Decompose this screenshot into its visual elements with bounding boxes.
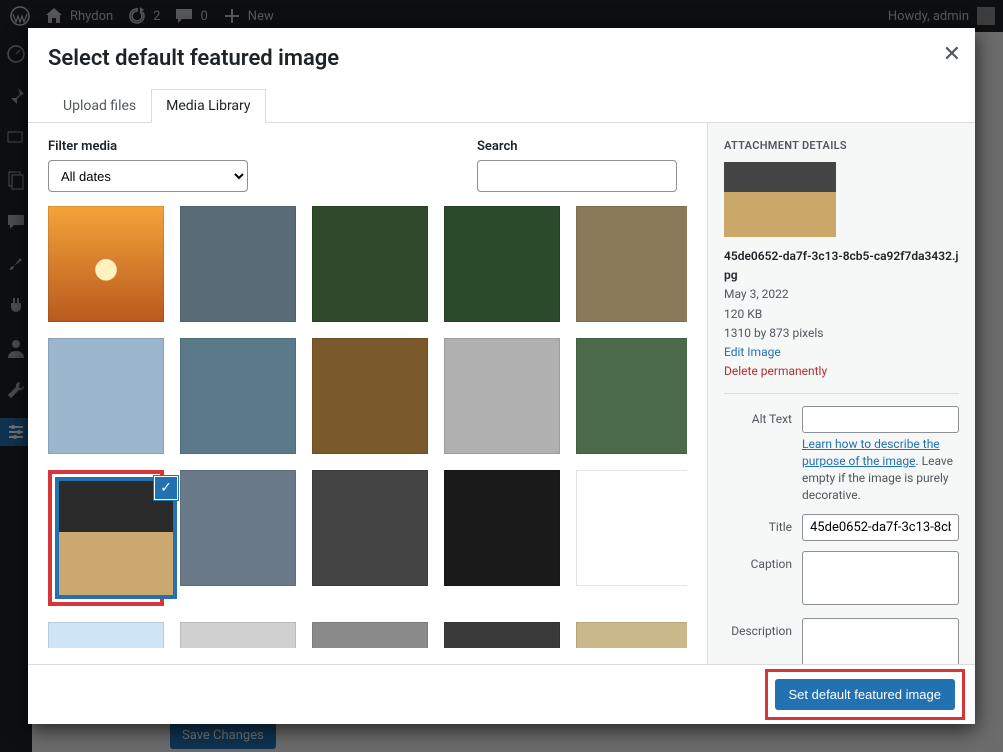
attachment-filename: 45de0652-da7f-3c13-8cb5-ca92f7da3432.jpg [724, 247, 959, 285]
edit-image-link[interactable]: Edit Image [724, 343, 959, 362]
alt-text-hint: Learn how to describe the purpose of the… [802, 436, 959, 503]
modal-footer: Set default featured image [28, 664, 975, 724]
thumbnail[interactable] [576, 338, 687, 454]
thumbnail[interactable] [312, 338, 428, 454]
check-icon: ✓ [154, 476, 178, 500]
thumbnail[interactable] [312, 622, 428, 648]
thumbnail[interactable] [444, 338, 560, 454]
title-label: Title [724, 514, 802, 534]
thumbnail[interactable] [444, 206, 560, 322]
alt-text-input[interactable] [802, 406, 959, 433]
alt-text-label: Alt Text [724, 406, 802, 426]
attachment-dimensions: 1310 by 873 pixels [724, 324, 959, 343]
thumbnail[interactable] [576, 206, 687, 322]
attachment-details: ATTACHMENT DETAILS 45de0652-da7f-3c13-8c… [707, 123, 975, 664]
thumbnail[interactable] [180, 470, 296, 586]
thumbnail[interactable] [312, 470, 428, 586]
search-input[interactable] [477, 160, 677, 192]
search-label: Search [477, 139, 687, 154]
thumbnail[interactable] [444, 470, 560, 586]
dates-select[interactable]: All dates [48, 160, 248, 192]
thumbnail[interactable] [180, 622, 296, 648]
delete-permanently-link[interactable]: Delete permanently [724, 362, 959, 381]
modal-title: Select default featured image [48, 46, 955, 71]
thumbnail-grid: ✓ [48, 206, 687, 648]
thumbnail[interactable] [48, 338, 164, 454]
thumbnail[interactable] [48, 622, 164, 648]
details-heading: ATTACHMENT DETAILS [724, 139, 959, 152]
caption-input[interactable] [802, 551, 959, 605]
media-modal: ✕ Select default featured image Upload f… [28, 28, 975, 724]
attachment-date: May 3, 2022 [724, 285, 959, 304]
title-input[interactable] [802, 514, 959, 541]
description-input[interactable] [802, 618, 959, 665]
attachment-size: 120 KB [724, 305, 959, 324]
thumbnail[interactable] [576, 470, 687, 586]
close-icon[interactable]: ✕ [943, 42, 961, 67]
thumbnail[interactable] [180, 206, 296, 322]
gallery-pane: Filter media All dates Search ✓ [28, 123, 707, 664]
thumbnail[interactable] [48, 206, 164, 322]
highlight-box: Set default featured image [765, 669, 966, 720]
tab-media-library[interactable]: Media Library [151, 89, 265, 123]
tab-upload-files[interactable]: Upload files [48, 89, 151, 123]
thumbnail[interactable] [576, 622, 687, 648]
description-label: Description [724, 618, 802, 638]
thumbnail[interactable] [312, 206, 428, 322]
thumbnail[interactable] [180, 338, 296, 454]
caption-label: Caption [724, 551, 802, 571]
thumbnail[interactable]: ✓ [58, 480, 174, 596]
highlight-box: ✓ [48, 470, 164, 606]
attachment-preview [724, 162, 836, 237]
thumbnail[interactable] [444, 622, 560, 648]
modal-tabs: Upload files Media Library [28, 89, 975, 123]
set-default-featured-image-button[interactable]: Set default featured image [775, 679, 956, 710]
filter-media-label: Filter media [48, 139, 457, 154]
